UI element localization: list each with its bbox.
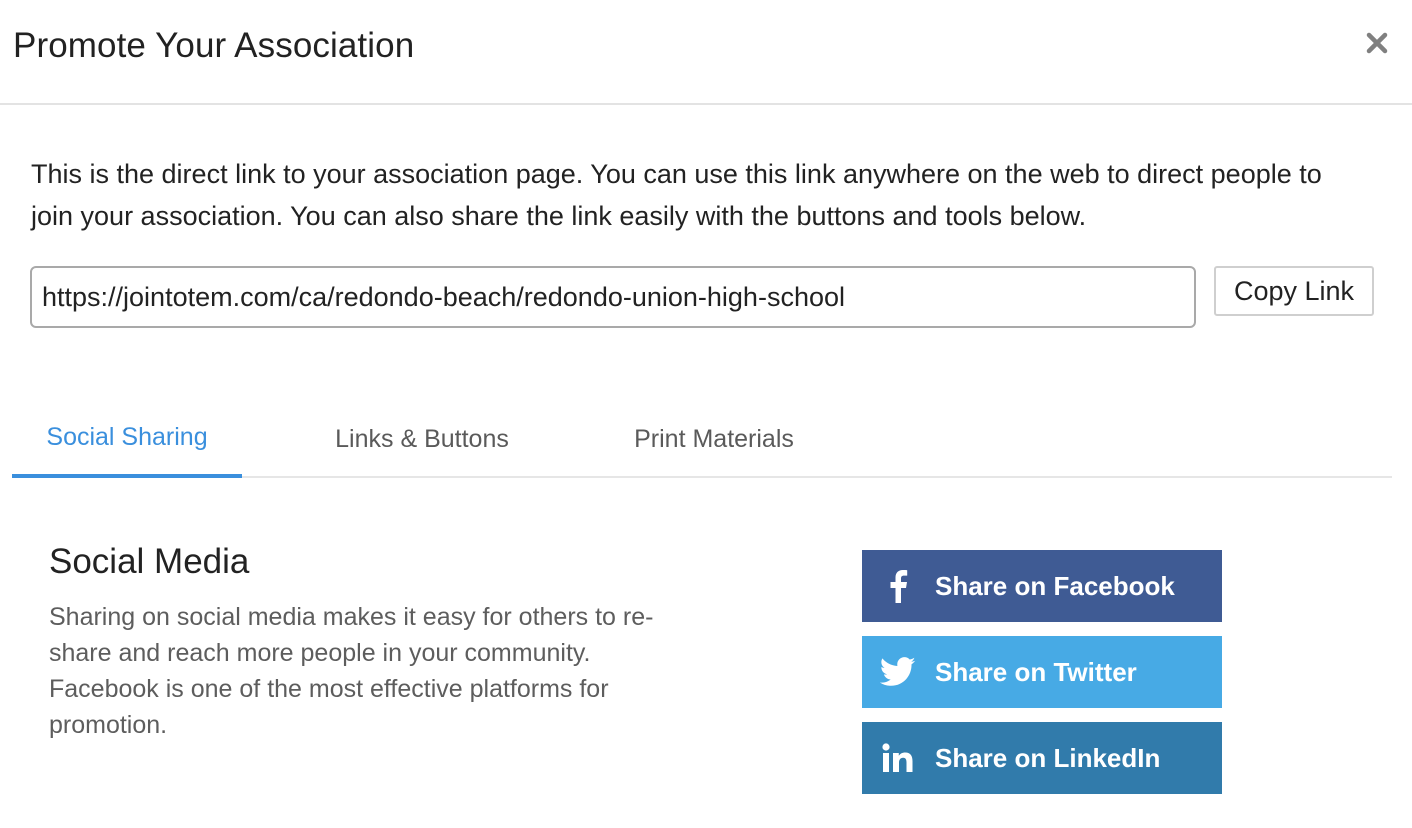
facebook-icon xyxy=(862,550,934,622)
promote-dialog: Promote Your Association This is the dir… xyxy=(0,0,1412,828)
copy-link-button[interactable]: Copy Link xyxy=(1214,266,1374,316)
intro-text: This is the direct link to your associat… xyxy=(31,159,1322,231)
share-twitter-button[interactable]: Share on Twitter xyxy=(862,636,1222,708)
share-twitter-label: Share on Twitter xyxy=(935,656,1137,687)
association-link-input[interactable] xyxy=(30,266,1196,328)
share-facebook-button[interactable]: Share on Facebook xyxy=(862,550,1222,622)
close-button[interactable] xyxy=(1362,28,1392,58)
tab-links-buttons[interactable]: Links & Buttons xyxy=(312,400,532,478)
linkedin-icon xyxy=(862,722,934,794)
twitter-icon xyxy=(862,636,934,708)
close-icon xyxy=(1366,32,1388,54)
share-linkedin-button[interactable]: Share on LinkedIn xyxy=(862,722,1222,794)
social-media-heading: Social Media xyxy=(49,542,250,581)
social-media-description: Sharing on social media makes it easy fo… xyxy=(49,603,654,739)
dialog-title: Promote Your Association xyxy=(13,26,415,65)
promotion-tabs: Social Sharing Links & Buttons Print Mat… xyxy=(12,400,1392,478)
share-linkedin-label: Share on LinkedIn xyxy=(935,742,1161,773)
tab-print-materials[interactable]: Print Materials xyxy=(612,400,816,478)
tab-social-sharing[interactable]: Social Sharing xyxy=(12,400,242,478)
share-facebook-label: Share on Facebook xyxy=(935,570,1175,601)
dialog-header: Promote Your Association xyxy=(0,0,1412,105)
